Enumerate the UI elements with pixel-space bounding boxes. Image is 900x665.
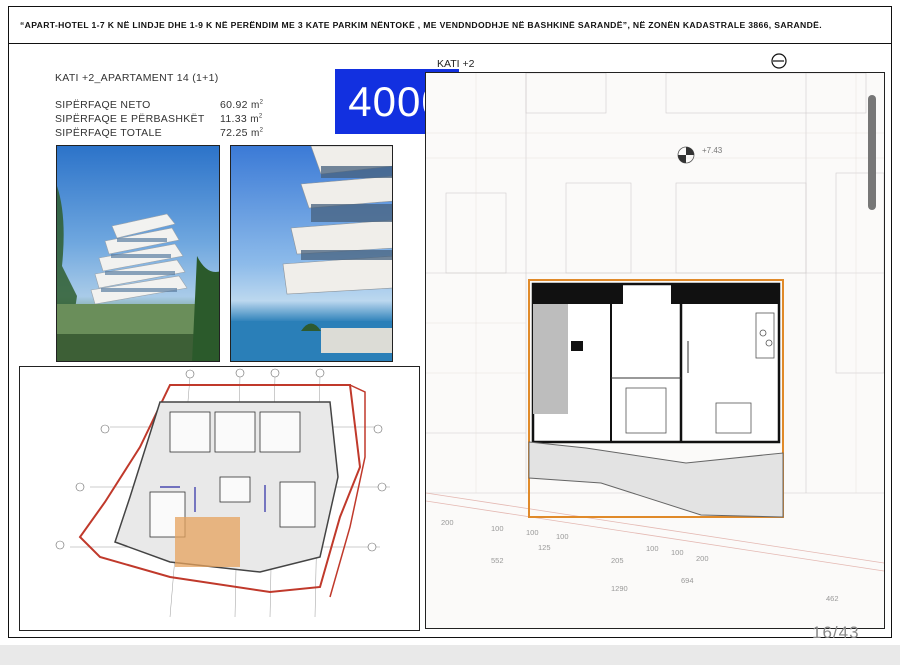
svg-text:100: 100 xyxy=(526,528,539,537)
area-row-common: SIPËRFAQE E PËRBASHKËT 11.33 m2 xyxy=(55,113,285,127)
svg-text:1290: 1290 xyxy=(611,584,628,593)
document-header: “APART-HOTEL 1-7 K NË LINDJE DHE 1-9 K N… xyxy=(8,6,892,44)
svg-text:200: 200 xyxy=(441,518,454,527)
area-value: 11.33 m2 xyxy=(220,113,263,125)
north-arrow-icon xyxy=(771,53,787,69)
area-value: 60.92 m2 xyxy=(220,99,264,111)
svg-text:694: 694 xyxy=(681,576,694,585)
site-plan-drawing xyxy=(19,366,420,631)
area-value: 72.25 m2 xyxy=(220,127,264,139)
svg-text:100: 100 xyxy=(646,544,659,553)
area-row-neto: SIPËRFAQE NETO 60.92 m2 xyxy=(55,99,285,113)
svg-text:462: 462 xyxy=(826,594,839,603)
area-label: SIPËRFAQE NETO xyxy=(55,99,151,111)
area-label: SIPËRFAQE E PËRBASHKËT xyxy=(55,113,205,125)
area-label: SIPËRFAQE TOTALE xyxy=(55,127,162,139)
svg-text:200: 200 xyxy=(696,554,709,563)
svg-text:205: 205 xyxy=(611,556,624,565)
svg-text:552: 552 xyxy=(491,556,504,565)
svg-text:125: 125 xyxy=(538,543,551,552)
floor-label: KATI +2 xyxy=(437,58,475,70)
apartment-info: KATI +2_APARTAMENT 14 (1+1) SIPËRFAQE NE… xyxy=(55,72,285,141)
building-render-photo xyxy=(56,145,220,362)
balcony-render-photo xyxy=(230,145,393,362)
floor-plan-drawing: +7.43 200 100 100 100 125 100 100 200 55… xyxy=(425,72,885,629)
svg-text:+7.43: +7.43 xyxy=(702,146,723,155)
viewer-bottom-bar xyxy=(0,645,900,665)
area-row-total: SIPËRFAQE TOTALE 72.25 m2 xyxy=(55,127,285,141)
svg-text:100: 100 xyxy=(556,532,569,541)
scrollbar-thumb[interactable] xyxy=(868,95,876,210)
document-title: “APART-HOTEL 1-7 K NË LINDJE DHE 1-9 K N… xyxy=(20,20,822,30)
svg-text:100: 100 xyxy=(671,548,684,557)
svg-text:100: 100 xyxy=(491,524,504,533)
page-indicator: 16/43 xyxy=(812,623,860,642)
apartment-title: KATI +2_APARTAMENT 14 (1+1) xyxy=(55,72,219,84)
